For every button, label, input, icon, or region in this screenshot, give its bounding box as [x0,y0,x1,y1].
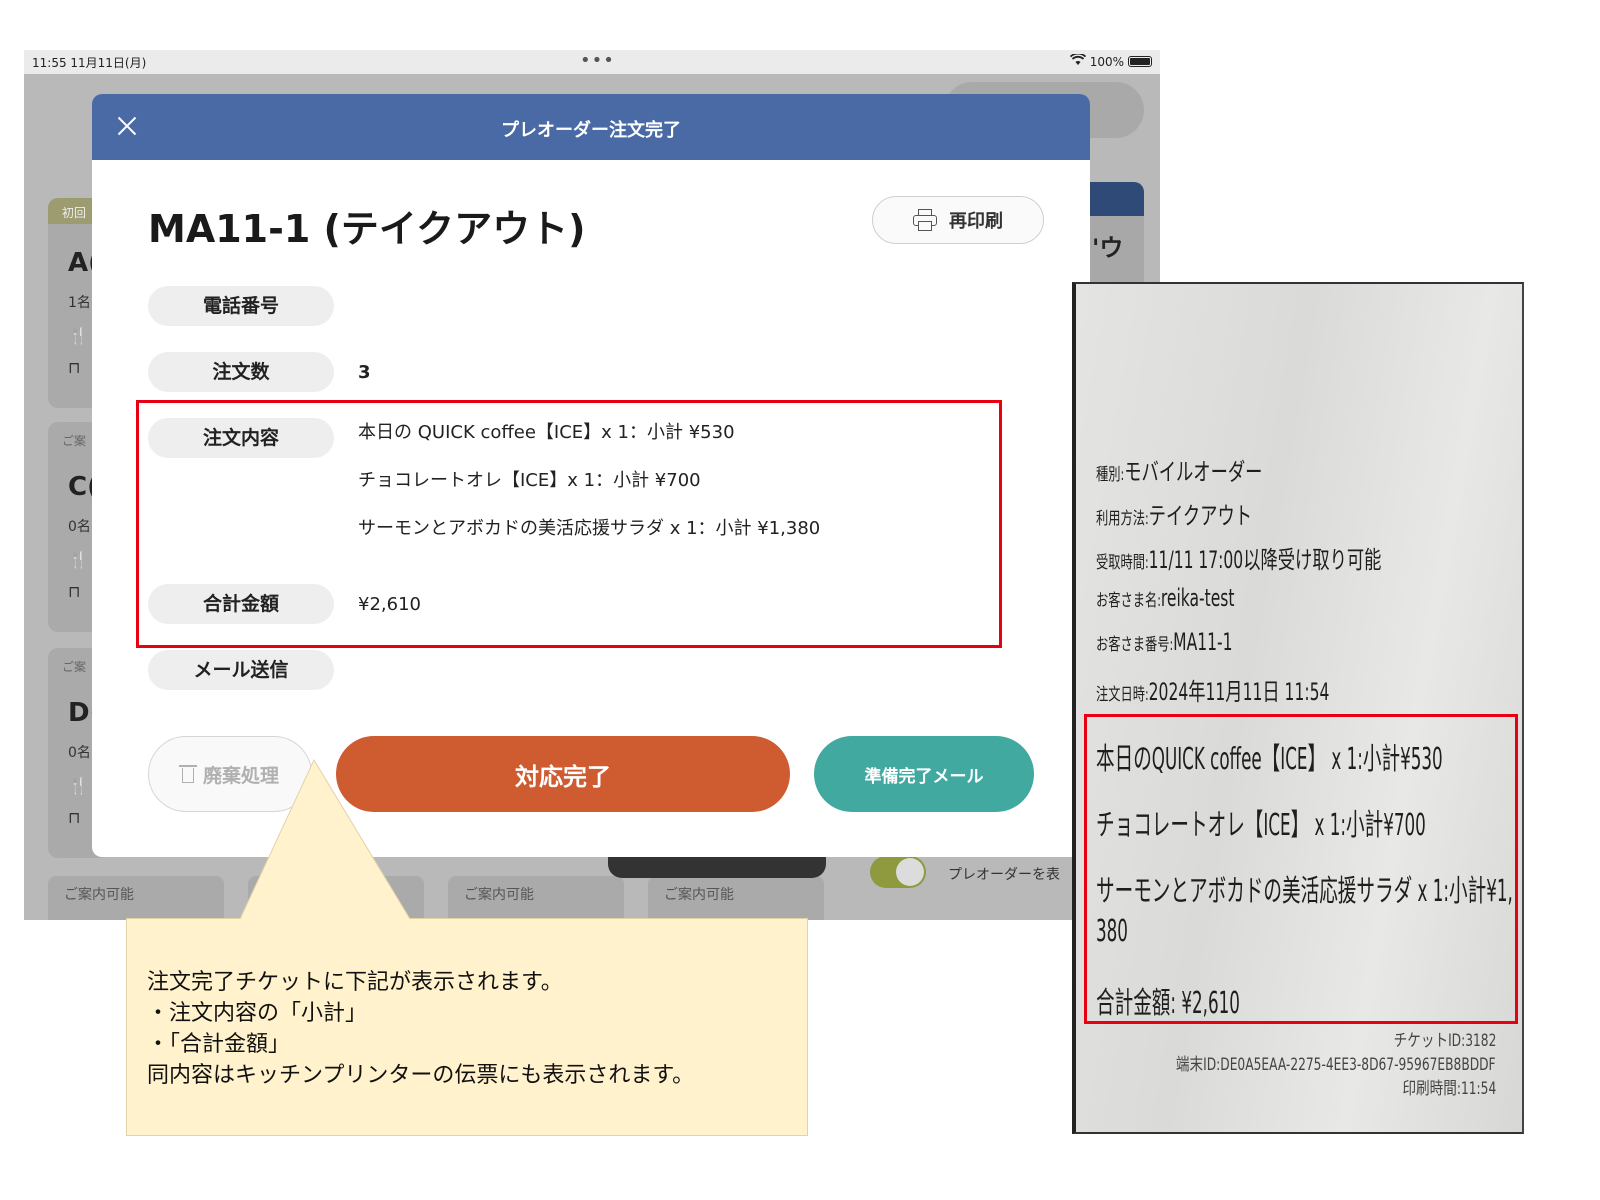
receipt-item-line: 380 [1096,914,1128,949]
receipt-info-key: 利用方法: [1096,509,1149,529]
multitask-dots[interactable]: ••• [580,50,615,71]
order-item-line: チョコレートオレ【ICE】x 1：小計 ¥700 [358,470,701,491]
chair-icon: ⊓ [68,808,81,827]
battery-icon [1128,56,1152,67]
receipt-info-value: MA11-1 [1173,628,1233,656]
battery-percent: 100% [1089,54,1124,69]
phone-label: 電話番号 [148,286,334,326]
receipt-info-key: お客さま番号: [1096,635,1174,655]
trash-icon [178,765,197,783]
receipt-info-key: 注文日時: [1096,685,1149,705]
complete-button[interactable]: 対応完了 [336,736,790,812]
order-item-line: サーモンとアボカドの美活応援サラダ x 1：小計 ¥1,380 [358,518,821,539]
receipt-info-line: 利用方法:テイクアウト [1096,496,1252,531]
callout-line: 同内容はキッチンプリンターの伝票にも表示されます。 [147,1063,695,1088]
order-title: MA11-1 (テイクアウト) [148,207,586,251]
ready-mail-button[interactable]: 準備完了メール [814,736,1034,812]
order-items-label: 注文内容 [148,418,334,458]
preorder-toggle-label: プレオーダーを表 [948,867,1060,883]
callout-line: ・「合計金額」 [147,1032,291,1057]
receipt-info-value: モバイルオーダー [1124,458,1263,486]
receipt-info-value: reika-test [1160,584,1235,612]
order-count-value: 3 [358,362,371,383]
receipt-info-line: お客さま名:reika-test [1096,584,1234,612]
receipt-info-line: 注文日時:2024年11月11日 11:54 [1096,672,1329,707]
chair-icon: ⊓ [68,582,81,601]
receipt-terminal-id: 端末ID:DE0A5EAA-2275-4EE3-8D67-95967EB8BDD… [1176,1055,1496,1075]
receipt-info-key: お客さま名: [1096,591,1161,611]
card-guest-count: 1名 [68,295,91,311]
fork-knife-icon: 🍴 [68,550,88,569]
modal-title: プレオーダー注文完了 [501,120,681,141]
order-item-line: 本日の QUICK coffee【ICE】x 1：小計 ¥530 [358,422,735,443]
receipt-info-line: お客さま番号:MA11-1 [1096,628,1232,656]
callout-line: ・注文内容の「小計」 [147,1001,368,1026]
receipt-info-key: 種別: [1096,465,1125,485]
battery-status: 100% [1069,52,1152,69]
printer-icon [913,209,937,231]
tablet-screenshot: 11:55 11月11日(月) ••• 100% 初回 A( 1名 🍴 ⊓ ご案… [24,50,1160,920]
background-dark-pill [608,856,826,878]
annotation-callout: 注文完了チケットに下記が表示されます。 ・注文内容の「小計」 ・「合計金額」 同… [126,918,808,1136]
discard-label: 廃棄処理 [202,764,279,787]
preorder-complete-modal: プレオーダー注文完了 MA11-1 (テイクアウト) 再印刷 電話番号 注文数 … [92,94,1090,857]
card-text: 'ウ [1092,234,1124,262]
mail-sent-label: メール送信 [148,650,334,690]
receipt-print-time: 印刷時間:11:54 [1402,1079,1496,1099]
receipt-info-value: 2024年11月11日 11:54 [1148,678,1330,706]
card-guest-count: 0名 [68,519,91,535]
receipt-info-value: テイクアウト [1148,502,1253,530]
modal-header: プレオーダー注文完了 [92,94,1090,160]
kitchen-receipt-photo: 種別:モバイルオーダー 利用方法:テイクアウト 受取時間:11/11 17:00… [1072,282,1524,1134]
receipt-item-line: チョコレートオレ【ICE】 x 1:小計¥700 [1096,808,1426,843]
total-label: 合計金額 [148,584,334,624]
fork-knife-icon: 🍴 [68,776,88,795]
total-value: ¥2,610 [358,594,421,615]
fork-knife-icon: 🍴 [68,326,88,345]
receipt-info-value: 11/11 17:00以降受け取り可能 [1148,546,1382,574]
status-time: 11:55 11月11日(月) [32,56,147,70]
reprint-button[interactable]: 再印刷 [872,196,1044,244]
discard-button[interactable]: 廃棄処理 [148,736,312,812]
preorder-toggle [870,856,926,888]
receipt-ticket-id: チケットID:3182 [1393,1031,1496,1051]
receipt-info-line: 受取時間:11/11 17:00以降受け取り可能 [1096,540,1381,575]
receipt-total: 合計金額: ¥2,610 [1096,986,1240,1021]
bottom-tab: ご案内可能 [48,876,224,920]
card-guest-count: 0名 [68,745,91,761]
status-bar: 11:55 11月11日(月) ••• 100% [24,50,1160,74]
reprint-label: 再印刷 [949,211,1003,232]
receipt-item-line: サーモンとアボカドの美活応援サラダ x 1:小計¥1, [1096,874,1513,909]
receipt-item-line: 本日のQUICK coffee【ICE】 x 1:小計¥530 [1096,742,1443,777]
bottom-tab: ご案内可能 [448,876,624,920]
receipt-info-key: 受取時間: [1096,553,1149,573]
chair-icon: ⊓ [68,358,81,377]
wifi-icon [1069,52,1086,69]
bottom-tab: ご案内可能 [648,876,824,920]
bottom-tab [248,876,424,920]
callout-text: 注文完了チケットに下記が表示されます。 ・注文内容の「小計」 ・「合計金額」 同… [147,967,694,1091]
callout-line: 注文完了チケットに下記が表示されます。 [147,970,563,995]
order-count-label: 注文数 [148,352,334,392]
receipt-info-line: 種別:モバイルオーダー [1096,452,1262,487]
